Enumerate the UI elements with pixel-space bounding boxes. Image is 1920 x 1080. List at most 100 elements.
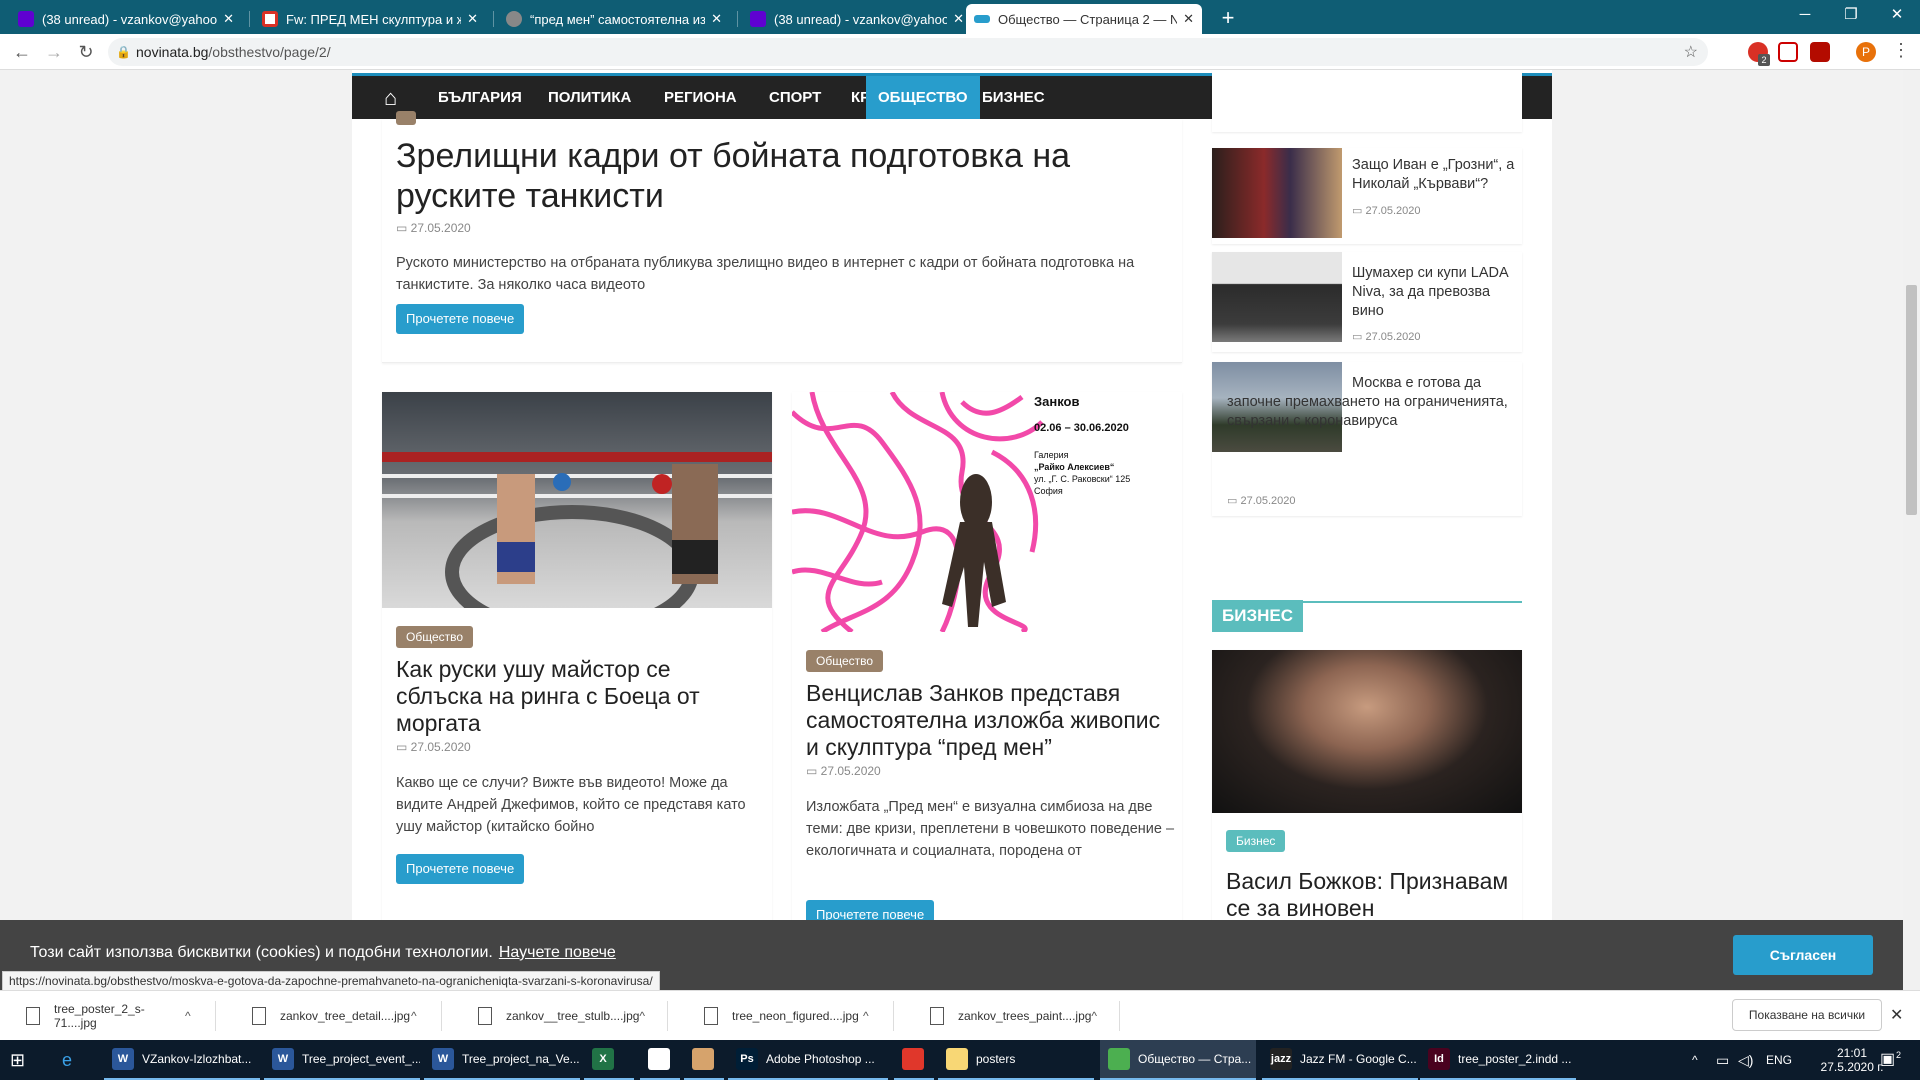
category-badge[interactable]: Общество [396, 626, 474, 648]
reload-icon[interactable]: ↻ [74, 40, 98, 64]
chevron-up-icon[interactable]: ^ [411, 1009, 441, 1023]
lock-icon: 🔒 [116, 45, 131, 59]
tab-2[interactable]: Fw: ПРЕД МЕН скулптура и живопис ✕ [254, 4, 486, 34]
back-icon[interactable]: ← [10, 40, 34, 64]
chevron-up-icon[interactable]: ^ [863, 1009, 893, 1023]
taskbar-app[interactable]: posters [938, 1040, 1094, 1080]
sidebar-item[interactable]: Москва е готова да започне премахването … [1212, 362, 1522, 516]
bookmark-star-icon[interactable]: ☆ [1684, 42, 1698, 62]
scrollbar-thumb[interactable] [1906, 285, 1917, 515]
article-excerpt: Какво ще се случи? Вижте във видеото! Мо… [396, 775, 746, 835]
taskbar-app[interactable] [640, 1040, 680, 1080]
taskbar-app[interactable] [894, 1040, 934, 1080]
taskbar-app[interactable]: jazz Jazz FM - Google C... [1262, 1040, 1418, 1080]
chevron-up-icon[interactable]: ^ [1692, 1040, 1698, 1080]
taskbar-app-label: VZankov-Izlozhbat... [142, 1052, 252, 1066]
toolbar: ← → ↻ 🔒 novinata.bg/obsthestvo/page/2/ ☆… [0, 34, 1920, 70]
business-image[interactable] [1212, 650, 1522, 813]
menu-icon[interactable]: ⋮ [1892, 40, 1910, 61]
sidebar-title[interactable]: Защо Иван е „Грозни“, а Николай „Кървави… [1352, 156, 1520, 194]
read-more-button[interactable]: Прочетете повече [396, 854, 525, 884]
download-name: zankov__tree_stulb....jpg [506, 1009, 640, 1023]
forward-icon[interactable]: → [42, 40, 66, 64]
nav-item-obshtestvo[interactable]: ОБЩЕСТВО [866, 76, 980, 119]
speaker-icon[interactable]: ◁) [1738, 1040, 1753, 1080]
acrobat-icon[interactable] [1810, 42, 1830, 62]
language-indicator[interactable]: ENG [1766, 1040, 1792, 1080]
sidebar-item[interactable]: Защо Иван е „Грозни“, а Николай „Кървави… [1212, 148, 1522, 244]
close-tab-icon[interactable]: ✕ [223, 11, 234, 27]
read-more-button[interactable]: Прочетете повече [396, 304, 525, 334]
word-icon: W [272, 1048, 294, 1070]
download-item[interactable]: tree_poster_2_s-71....jpg ^ [4, 1001, 216, 1031]
article-image[interactable]: Занков 02.06 – 30.06.2020 Галерия „Райко… [792, 392, 1182, 632]
close-downloads-icon[interactable]: ✕ [1890, 1005, 1903, 1025]
taskbar-app[interactable]: W Tree_project_event_... [264, 1040, 420, 1080]
article-image[interactable] [382, 392, 772, 608]
article-title[interactable]: Венцислав Занков представя самостоятелна… [806, 680, 1178, 761]
taskbar-app[interactable]: X [584, 1040, 634, 1080]
sidebar-date: ▭ 27.05.2020 [1227, 494, 1296, 507]
nav-item-bulgaria[interactable]: БЪЛГАРИЯ [426, 76, 534, 119]
chevron-up-icon[interactable]: ^ [639, 1009, 667, 1023]
folder-icon [946, 1048, 968, 1070]
sidebar-item[interactable]: Шумахер си купи LADA Niva, за да превозв… [1212, 252, 1522, 352]
taskbar-app[interactable]: W Tree_project_na_Ve... [424, 1040, 580, 1080]
start-windows-icon[interactable]: ⊞ [10, 1040, 40, 1080]
download-item[interactable]: zankov__tree_stulb....jpg ^ [456, 1001, 668, 1031]
tab-3[interactable]: “пред мен” самостоятелна изложба ✕ [498, 4, 730, 34]
article-excerpt: Изложбата „Пред мен“ е визуална симбиоза… [806, 799, 1175, 859]
restore-icon[interactable]: ❐ [1828, 0, 1874, 30]
close-window-icon[interactable]: ✕ [1874, 0, 1920, 30]
nav-item-regiona[interactable]: РЕГИОНА [652, 76, 749, 119]
tab-1[interactable]: (38 unread) - vzankov@yahoo.com ✕ [10, 4, 242, 34]
download-item[interactable]: zankov_trees_paint....jpg ^ [908, 1001, 1120, 1031]
taskbar-app-label: Tree_project_event_... [302, 1052, 420, 1066]
close-tab-icon[interactable]: ✕ [953, 11, 964, 27]
vertical-scrollbar[interactable] [1903, 70, 1920, 990]
taskbar-app[interactable] [684, 1040, 724, 1080]
category-badge[interactable] [396, 111, 416, 125]
address-bar[interactable]: 🔒 novinata.bg/obsthestvo/page/2/ ☆ [108, 38, 1708, 66]
show-all-downloads-button[interactable]: Показване на всички [1732, 999, 1882, 1031]
category-badge[interactable]: Общество [806, 650, 884, 672]
notifications-icon[interactable]: ▣ [1880, 1040, 1895, 1080]
chevron-up-icon[interactable]: ^ [1091, 1009, 1119, 1023]
taskbar-app[interactable]: Общество — Стра... [1100, 1040, 1256, 1080]
chevron-up-icon[interactable]: ^ [185, 1009, 215, 1023]
close-tab-icon[interactable]: ✕ [467, 11, 478, 27]
tab-active[interactable]: Общество — Страница 2 — Novinata ✕ [966, 4, 1202, 34]
taskbar-app[interactable]: W VZankov-Izlozhbat... [104, 1040, 260, 1080]
browser-window: (38 unread) - vzankov@yahoo.com ✕ Fw: ПР… [0, 0, 1920, 1080]
cookie-accept-button[interactable]: Съгласен [1733, 935, 1873, 975]
sidebar-thumb[interactable] [1212, 252, 1342, 342]
sidebar-title[interactable]: Шумахер си купи LADA Niva, за да превозв… [1352, 264, 1520, 321]
sidebar-thumb[interactable] [1212, 148, 1342, 238]
business-title[interactable]: Васил Божков: Признавам се за виновен [1226, 868, 1521, 922]
tab-4[interactable]: (38 unread) - vzankov@yahoo.com ✕ [742, 4, 972, 34]
download-item[interactable]: tree_neon_figured....jpg ^ [682, 1001, 894, 1031]
yahoo-mail-icon [18, 11, 34, 27]
nav-item-biznes[interactable]: БИЗНЕС [970, 76, 1057, 119]
date-text: 27.05.2020 [1240, 495, 1296, 507]
article-title[interactable]: Как руски ушу майстор се сблъска на ринг… [396, 656, 756, 737]
download-item[interactable]: zankov_tree_detail....jpg ^ [230, 1001, 442, 1031]
taskbar-app[interactable]: Id tree_poster_2.indd ... [1420, 1040, 1576, 1080]
cookie-learn-more-link[interactable]: Научете повече [499, 944, 616, 961]
sidebar-title[interactable]: Москва е готова да започне премахването … [1227, 374, 1522, 431]
nav-item-sport[interactable]: СПОРТ [757, 76, 833, 119]
article-title[interactable]: Зрелищни кадри от бойната подготовка на … [396, 136, 1156, 216]
edge-icon[interactable]: e [62, 1040, 92, 1080]
nav-item-politika[interactable]: ПОЛИТИКА [536, 76, 643, 119]
category-badge[interactable]: Бизнес [1226, 830, 1286, 852]
taskbar-app[interactable]: Ps Adobe Photoshop ... [728, 1040, 888, 1080]
new-tab-button[interactable]: + [1214, 4, 1242, 32]
close-tab-icon[interactable]: ✕ [711, 11, 722, 27]
minimize-icon[interactable]: ─ [1782, 0, 1828, 30]
download-name: zankov_tree_detail....jpg [280, 1009, 411, 1023]
network-icon[interactable]: ▭ [1716, 1040, 1729, 1080]
downloads-bar: tree_poster_2_s-71....jpg ^ zankov_tree_d… [0, 990, 1920, 1040]
close-tab-icon[interactable]: ✕ [1183, 11, 1194, 27]
profile-avatar[interactable]: P [1856, 42, 1876, 62]
pocket-icon[interactable] [1778, 42, 1798, 62]
